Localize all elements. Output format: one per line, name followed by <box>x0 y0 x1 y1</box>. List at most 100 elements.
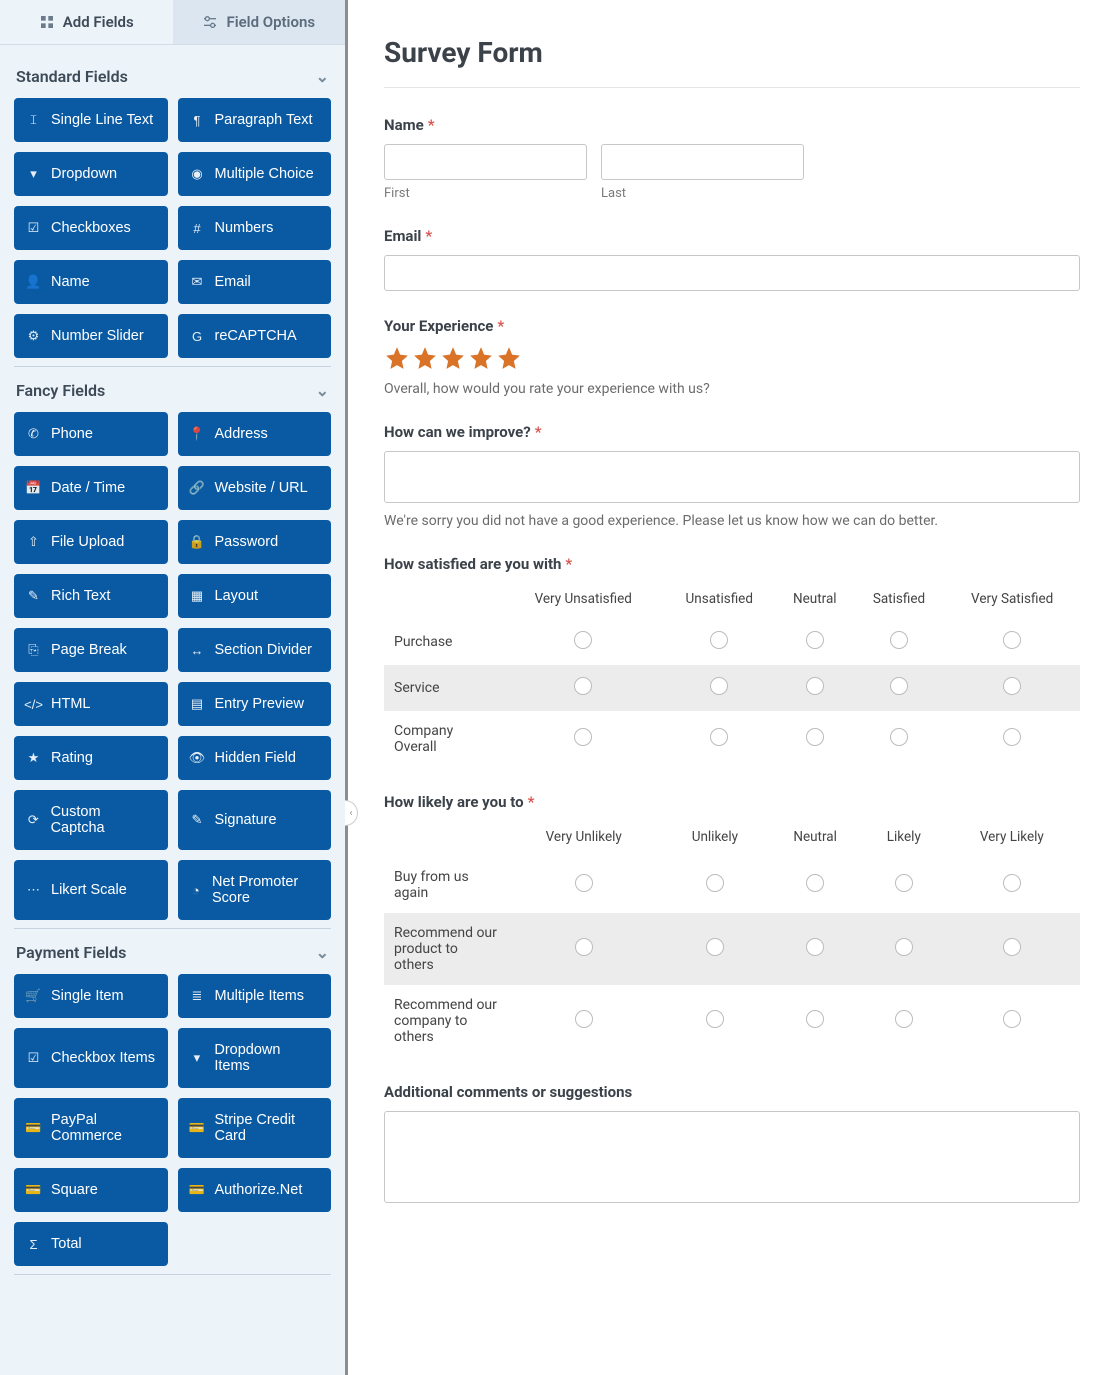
tab-add-fields[interactable]: Add Fields <box>0 0 173 44</box>
field-type-button[interactable]: 💳Square <box>14 1168 168 1212</box>
likert-radio[interactable] <box>895 874 913 892</box>
field-type-button[interactable]: 💳Stripe Credit Card <box>178 1098 332 1158</box>
star-icon[interactable] <box>496 345 522 375</box>
first-sublabel: First <box>384 186 587 201</box>
field-type-icon: ✎ <box>26 588 41 604</box>
likert-radio[interactable] <box>710 631 728 649</box>
section-payment-header[interactable]: Payment Fields ⌄ <box>14 933 331 974</box>
field-type-button[interactable]: ⟳Custom Captcha <box>14 790 168 850</box>
field-type-button[interactable]: 🔗Website / URL <box>178 466 332 510</box>
likert-radio[interactable] <box>806 874 824 892</box>
field-type-button[interactable]: #Numbers <box>178 206 332 250</box>
field-type-button[interactable]: ▾Dropdown Items <box>178 1028 332 1088</box>
likert-radio[interactable] <box>890 677 908 695</box>
field-type-button[interactable]: 🔒Password <box>178 520 332 564</box>
likert-radio[interactable] <box>806 677 824 695</box>
field-type-button[interactable]: ◉Multiple Choice <box>178 152 332 196</box>
likert-radio[interactable] <box>1003 874 1021 892</box>
improve-textarea[interactable] <box>384 451 1080 503</box>
likert-radio[interactable] <box>706 1010 724 1028</box>
likert-radio[interactable] <box>890 728 908 746</box>
likert-radio[interactable] <box>574 728 592 746</box>
likert-radio[interactable] <box>1003 631 1021 649</box>
tab-field-options[interactable]: Field Options <box>173 0 346 44</box>
field-type-button[interactable]: 𝙸Single Line Text <box>14 98 168 142</box>
likert-radio[interactable] <box>1003 1010 1021 1028</box>
last-name-input[interactable] <box>601 144 804 180</box>
field-likely[interactable]: How likely are you to* Very UnlikelyUnli… <box>384 793 1080 1057</box>
likert-radio[interactable] <box>575 938 593 956</box>
field-improve[interactable]: How can we improve?* We're sorry you did… <box>384 423 1080 529</box>
first-name-input[interactable] <box>384 144 587 180</box>
field-type-button[interactable]: ▾Dropdown <box>14 152 168 196</box>
field-type-label: Phone <box>51 426 93 442</box>
field-type-button[interactable]: ✆Phone <box>14 412 168 456</box>
field-experience[interactable]: Your Experience* Overall, how would you … <box>384 317 1080 397</box>
likert-radio[interactable] <box>806 728 824 746</box>
field-type-label: Likert Scale <box>51 882 127 898</box>
rating-stars[interactable] <box>384 345 1080 375</box>
field-type-button[interactable]: 💳Authorize.Net <box>178 1168 332 1212</box>
field-type-button[interactable]: ★Rating <box>14 736 168 780</box>
field-email[interactable]: Email* <box>384 227 1080 291</box>
field-type-button[interactable]: ↔Section Divider <box>178 628 332 672</box>
field-comments[interactable]: Additional comments or suggestions <box>384 1083 1080 1207</box>
field-type-button[interactable]: 👤Name <box>14 260 168 304</box>
field-satisfied[interactable]: How satisfied are you with* Very Unsatis… <box>384 555 1080 767</box>
likert-radio[interactable] <box>710 728 728 746</box>
field-type-button[interactable]: GreCAPTCHA <box>178 314 332 358</box>
likert-radio[interactable] <box>575 874 593 892</box>
likert-radio[interactable] <box>1003 677 1021 695</box>
field-type-button[interactable]: ⎘Page Break <box>14 628 168 672</box>
likert-radio[interactable] <box>895 938 913 956</box>
field-type-button[interactable]: 📅Date / Time <box>14 466 168 510</box>
likert-radio[interactable] <box>895 1010 913 1028</box>
field-type-button[interactable]: ▦Layout <box>178 574 332 618</box>
field-type-button[interactable]: ☑Checkbox Items <box>14 1028 168 1088</box>
star-icon[interactable] <box>412 345 438 375</box>
field-type-button[interactable]: ⇧File Upload <box>14 520 168 564</box>
field-type-button[interactable]: ✎Rich Text <box>14 574 168 618</box>
field-type-button[interactable]: </>HTML <box>14 682 168 726</box>
star-icon[interactable] <box>440 345 466 375</box>
likert-radio[interactable] <box>575 1010 593 1028</box>
section-fancy-header[interactable]: Fancy Fields ⌄ <box>14 371 331 412</box>
field-type-button[interactable]: ⚙Number Slider <box>14 314 168 358</box>
field-name[interactable]: Name* First Last <box>384 116 1080 201</box>
likert-radio[interactable] <box>706 874 724 892</box>
star-icon[interactable] <box>468 345 494 375</box>
field-type-label: reCAPTCHA <box>215 328 297 344</box>
field-type-button[interactable]: ☑Checkboxes <box>14 206 168 250</box>
last-sublabel: Last <box>601 186 804 201</box>
email-input[interactable] <box>384 255 1080 291</box>
field-type-button[interactable]: ◔Net Promoter Score <box>178 860 332 920</box>
star-icon[interactable] <box>384 345 410 375</box>
field-type-icon: ★ <box>26 750 41 766</box>
field-type-button[interactable]: ✉Email <box>178 260 332 304</box>
comments-textarea[interactable] <box>384 1111 1080 1203</box>
likert-radio[interactable] <box>574 677 592 695</box>
section-standard-header[interactable]: Standard Fields ⌄ <box>14 57 331 98</box>
field-type-button[interactable]: ✎Signature <box>178 790 332 850</box>
field-type-icon: ▾ <box>190 1050 205 1066</box>
likert-radio[interactable] <box>806 631 824 649</box>
likert-radio[interactable] <box>706 938 724 956</box>
field-type-button[interactable]: ¶Paragraph Text <box>178 98 332 142</box>
likert-radio[interactable] <box>806 938 824 956</box>
field-type-button[interactable]: 🛒Single Item <box>14 974 168 1018</box>
field-type-button[interactable]: ≣Multiple Items <box>178 974 332 1018</box>
field-type-button[interactable]: ⋯Likert Scale <box>14 860 168 920</box>
likert-column-header: Very Unlikely <box>504 821 663 857</box>
field-type-button[interactable]: ▤Entry Preview <box>178 682 332 726</box>
field-type-button[interactable]: ΣTotal <box>14 1222 168 1266</box>
likert-radio[interactable] <box>890 631 908 649</box>
field-type-button[interactable]: 📍Address <box>178 412 332 456</box>
field-type-button[interactable]: 👁Hidden Field <box>178 736 332 780</box>
likert-radio[interactable] <box>710 677 728 695</box>
likert-radio[interactable] <box>806 1010 824 1028</box>
field-type-button[interactable]: 💳PayPal Commerce <box>14 1098 168 1158</box>
likert-radio[interactable] <box>1003 728 1021 746</box>
likert-radio[interactable] <box>574 631 592 649</box>
likert-radio[interactable] <box>1003 938 1021 956</box>
form-title: Survey Form <box>384 36 1080 88</box>
